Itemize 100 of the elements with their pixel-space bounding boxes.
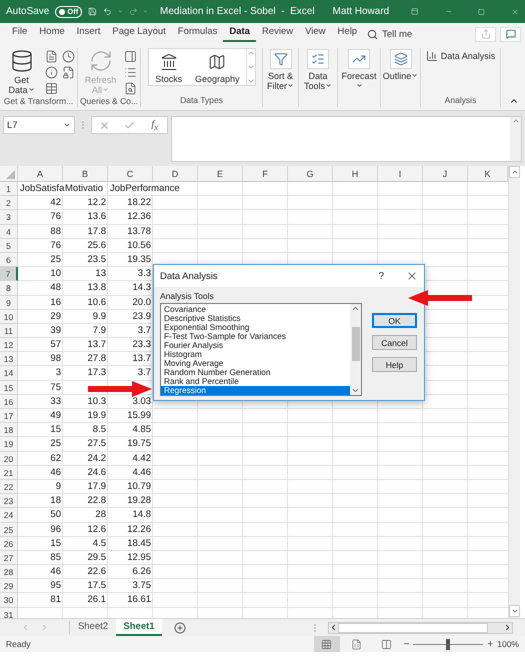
zoom-out-button[interactable]: − — [404, 638, 410, 650]
list-item[interactable]: Covariance — [161, 305, 350, 314]
row-header[interactable]: 30 — [0, 593, 18, 608]
cancel-icon[interactable] — [99, 120, 110, 130]
ribbon-display-icon[interactable] — [411, 6, 419, 17]
column-header[interactable]: K — [468, 166, 508, 182]
ribbon-tab[interactable]: Home — [33, 23, 71, 42]
column-header[interactable]: H — [333, 166, 378, 182]
row-header[interactable]: 8 — [0, 281, 18, 296]
caret-icon[interactable] — [118, 8, 123, 15]
row-header[interactable]: 11 — [0, 324, 18, 338]
row-header[interactable]: 4 — [0, 224, 18, 239]
row-header[interactable]: 16 — [0, 394, 18, 409]
list-item[interactable]: Regression — [161, 386, 350, 395]
row-header[interactable]: 21 — [0, 466, 18, 480]
row-header[interactable]: 1 — [0, 182, 18, 196]
ribbon-button[interactable]: Data Tools — [299, 48, 337, 92]
list-item[interactable]: Descriptive Statistics — [161, 314, 350, 323]
ribbon-tab[interactable]: Help — [332, 23, 364, 42]
sheet-tab[interactable]: Sheet1 — [116, 619, 162, 636]
dialog-button[interactable]: OK — [372, 313, 417, 328]
comments-button[interactable] — [500, 26, 521, 42]
column-header[interactable]: B — [63, 166, 108, 182]
column-header[interactable]: F — [243, 166, 288, 182]
row-header[interactable]: 20 — [0, 452, 18, 466]
insert-function-button[interactable]: f$_{x}$ — [149, 118, 160, 132]
row-header[interactable]: 24 — [0, 508, 18, 522]
ribbon-button[interactable]: Outline — [382, 48, 420, 82]
ribbon-tab[interactable]: View — [299, 23, 332, 42]
column-header[interactable]: C — [108, 166, 153, 182]
scroll-down-icon[interactable] — [246, 63, 254, 71]
row-header[interactable]: 29 — [0, 579, 18, 594]
column-header[interactable]: D — [153, 166, 198, 182]
list-item[interactable]: Fourier Analysis — [161, 341, 350, 350]
ribbon-button[interactable]: Forecast — [340, 48, 378, 92]
column-header[interactable]: E — [198, 166, 243, 182]
help-button[interactable]: ? — [376, 270, 386, 282]
row-header[interactable]: 6 — [0, 252, 18, 268]
view-button[interactable] — [314, 636, 340, 652]
row-header[interactable]: 15 — [0, 380, 18, 395]
row-header[interactable]: 10 — [0, 310, 18, 324]
scroll-left-icon[interactable] — [329, 623, 338, 632]
row-header[interactable]: 9 — [0, 296, 18, 310]
scroll-thumb[interactable] — [352, 327, 360, 361]
enter-icon[interactable] — [124, 120, 136, 130]
row-header[interactable]: 2 — [0, 196, 18, 210]
row-header[interactable]: 25 — [0, 522, 18, 537]
ribbon-tab[interactable]: Review — [256, 23, 300, 42]
list-item[interactable]: Rank and Percentile — [161, 377, 350, 386]
scroll-thumb[interactable] — [338, 622, 488, 632]
column-header[interactable]: A — [18, 166, 63, 182]
zoom-thumb[interactable] — [446, 638, 450, 650]
scroll-right-icon[interactable] — [503, 623, 512, 632]
row-header[interactable]: 7 — [0, 267, 18, 282]
tell-me-search[interactable]: Tell me — [363, 23, 416, 45]
ribbon-tab[interactable]: Page Layout — [106, 23, 172, 42]
customize-icon[interactable] — [143, 8, 148, 15]
scroll-up-icon[interactable] — [351, 304, 360, 313]
row-header[interactable]: 14 — [0, 366, 18, 381]
ribbon-tab[interactable]: Formulas — [172, 23, 224, 42]
dialog-button[interactable]: Cancel — [372, 335, 417, 350]
data-analysis-button[interactable]: Data Analysis — [424, 48, 498, 64]
list-item[interactable]: Histogram — [161, 350, 350, 359]
row-header[interactable]: 23 — [0, 494, 18, 508]
close-button[interactable] — [406, 270, 418, 282]
formula-field[interactable] — [171, 116, 522, 162]
row-header[interactable]: 26 — [0, 536, 18, 551]
name-box[interactable]: L7 — [3, 116, 75, 134]
sheet-tab[interactable]: Sheet2 — [70, 619, 116, 636]
scroll-down-button[interactable] — [509, 605, 520, 617]
list-item[interactable]: Exponential Smoothing — [161, 323, 350, 332]
scroll-down-icon[interactable] — [351, 386, 360, 395]
row-header[interactable]: 13 — [0, 352, 18, 366]
list-item[interactable]: Random Number Generation — [161, 368, 350, 377]
ribbon-button[interactable]: Sort & Filter — [263, 48, 298, 92]
more-icon[interactable] — [246, 77, 254, 85]
undo-icon[interactable] — [103, 5, 112, 18]
ribbon-tab[interactable]: Data — [223, 23, 256, 42]
scroll-up-button[interactable] — [509, 166, 520, 178]
ribbon-button[interactable]: Get Data — [2, 48, 40, 96]
row-header[interactable]: 3 — [0, 210, 18, 225]
dialog-button[interactable]: Help — [372, 357, 417, 372]
row-header[interactable]: 12 — [0, 338, 18, 352]
row-header[interactable]: 18 — [0, 423, 18, 438]
row-header[interactable]: 22 — [0, 480, 18, 494]
gallery-option[interactable]: Geography — [188, 49, 246, 85]
row-header[interactable]: 17 — [0, 409, 18, 424]
save-icon[interactable] — [88, 5, 97, 18]
expand-icon[interactable] — [512, 117, 520, 125]
gallery-option[interactable]: Stocks — [148, 49, 189, 85]
row-header[interactable]: 27 — [0, 550, 18, 566]
column-header[interactable]: G — [288, 166, 333, 182]
maximize-icon[interactable] — [478, 6, 485, 16]
list-item[interactable]: F-Test Two-Sample for Variances — [161, 332, 350, 341]
column-header[interactable]: I — [378, 166, 423, 182]
list-item[interactable]: Moving Average — [161, 359, 350, 368]
ribbon-tab[interactable]: Insert — [70, 23, 106, 42]
row-header[interactable]: 5 — [0, 238, 18, 253]
ribbon-tab[interactable]: File — [6, 23, 34, 42]
scroll-up-icon[interactable] — [246, 49, 254, 57]
